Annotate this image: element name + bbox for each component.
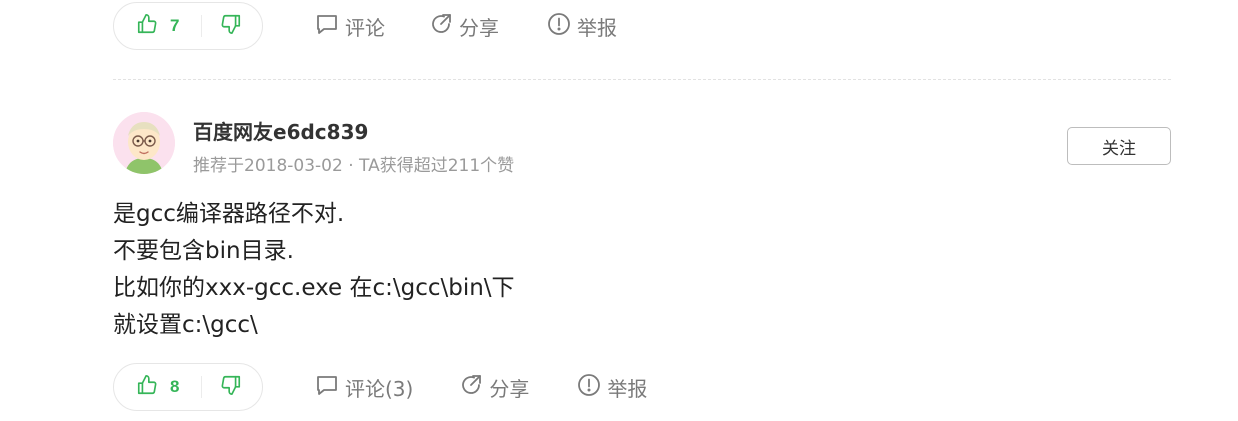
answer-line: 就设置c:\gcc\ [113,312,258,338]
comment-label: 评论(3) [345,376,414,401]
share-label: 分享 [459,15,499,40]
report-button[interactable]: 举报 [547,12,617,41]
vote-pill: 8 [113,363,263,411]
report-label: 举报 [577,15,617,40]
answer-line: 是gcc编译器路径不对. [113,201,345,227]
report-label: 举报 [607,376,648,401]
answer-divider [113,79,1171,80]
user-name[interactable]: 百度网友e6dc839 [193,116,368,145]
previous-answer-action-bar: 7 评论 分享 举报 [113,1,617,51]
thumbs-down-icon [220,13,242,39]
downvote-button[interactable] [202,13,242,39]
upvote-button[interactable]: 8 [114,374,200,400]
answer-page: 7 评论 分享 举报 百度网友e6dc839 推荐于2018-03-02 · T… [0,0,1238,421]
answer-line: 不要包含bin目录. [113,238,294,264]
share-icon [429,12,459,41]
comment-label: 评论 [345,15,385,40]
avatar[interactable] [113,112,175,174]
upvote-count: 8 [170,377,180,396]
share-button[interactable]: 分享 [459,373,529,402]
vote-pill: 7 [113,2,263,50]
report-button[interactable]: 举报 [577,373,647,402]
upvote-button[interactable]: 7 [114,13,200,39]
comment-button[interactable]: 评论 [315,12,385,41]
share-label: 分享 [489,376,530,401]
comment-icon [315,373,345,402]
downvote-button[interactable] [202,374,242,400]
report-icon [547,12,577,41]
answer-action-bar: 8 评论(3) 分享 举报 [113,362,647,412]
share-icon [459,373,489,402]
report-icon [577,373,607,402]
thumbs-up-icon [136,13,158,39]
follow-button[interactable]: 关注 [1067,127,1171,165]
comment-icon [315,12,345,41]
answer-meta: 推荐于2018-03-02 · TA获得超过211个赞 [193,156,515,176]
comment-button[interactable]: 评论(3) [315,373,413,402]
share-button[interactable]: 分享 [429,12,499,41]
upvote-count: 7 [170,16,180,35]
thumbs-up-icon [136,374,158,400]
thumbs-down-icon [220,374,242,400]
answer-body: 是gcc编译器路径不对. 不要包含bin目录. 比如你的xxx-gcc.exe … [113,196,515,344]
answer-line: 比如你的xxx-gcc.exe 在c:\gcc\bin\下 [113,275,515,301]
